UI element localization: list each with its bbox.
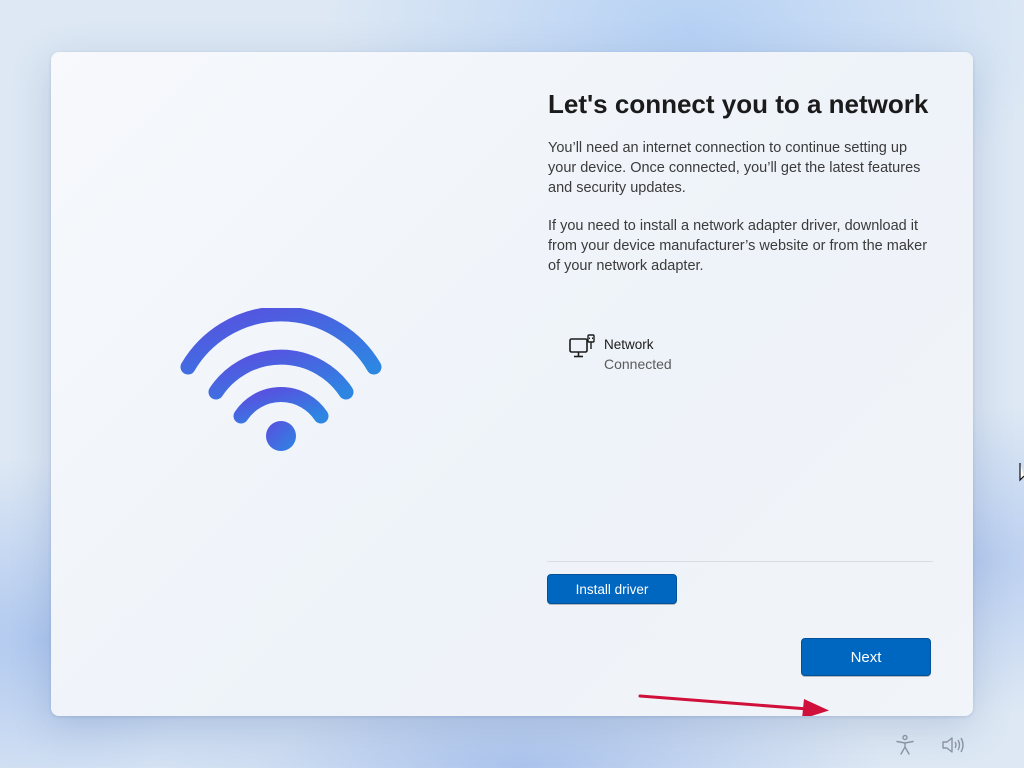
network-item[interactable]: Network Connected bbox=[568, 334, 672, 374]
red-arrow bbox=[638, 694, 829, 716]
setup-content: Let's connect you to a network You’ll ne… bbox=[548, 88, 938, 276]
network-name: Network bbox=[604, 337, 654, 352]
page-title: Let's connect you to a network bbox=[548, 89, 929, 119]
network-text: Network Connected bbox=[604, 335, 672, 374]
next-button[interactable]: Next bbox=[801, 638, 931, 676]
ethernet-computer-icon bbox=[569, 334, 595, 358]
mouse-cursor-icon bbox=[1019, 463, 1024, 482]
install-driver-button[interactable]: Install driver bbox=[547, 574, 677, 604]
accessibility-icon[interactable] bbox=[893, 733, 917, 757]
network-status: Connected bbox=[604, 356, 672, 372]
driver-paragraph: If you need to install a network adapter… bbox=[548, 218, 928, 274]
divider bbox=[547, 561, 933, 562]
volume-icon[interactable] bbox=[940, 733, 966, 757]
wifi-icon bbox=[180, 308, 382, 451]
setup-dialog: Let's connect you to a network You’ll ne… bbox=[51, 52, 973, 716]
intro-paragraph: You’ll need an internet connection to co… bbox=[548, 140, 921, 196]
